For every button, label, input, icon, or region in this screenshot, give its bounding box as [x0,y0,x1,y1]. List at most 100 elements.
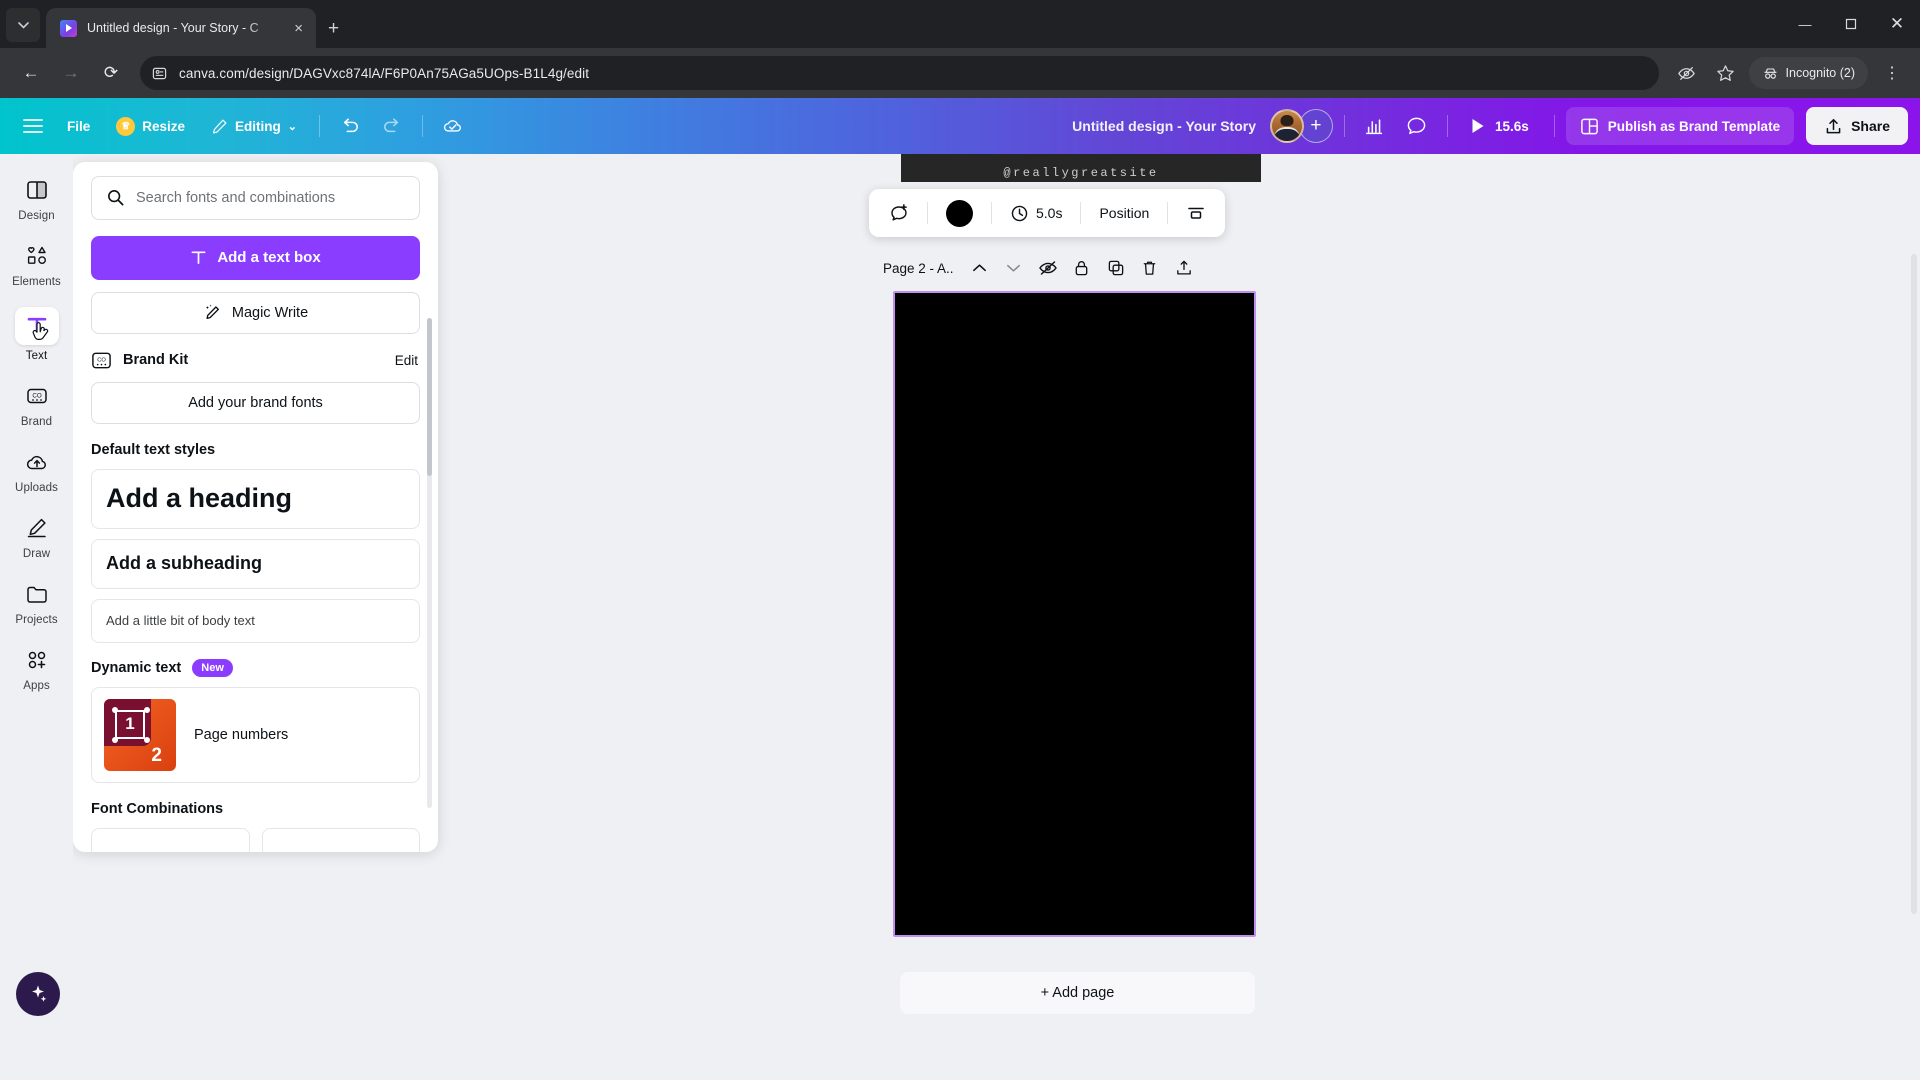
move-page-down-button[interactable] [998,252,1030,284]
undo-button[interactable] [331,108,369,144]
expand-page-button[interactable] [1168,252,1200,284]
lock-page-button[interactable] [1066,252,1098,284]
canvas-scrollbar[interactable] [1911,254,1917,914]
incognito-indicator[interactable]: Incognito (2) [1748,57,1868,89]
add-page-button[interactable]: + Add page [900,972,1255,1014]
sidebar-item-brand[interactable]: CO Brand [4,373,70,434]
main-menu-button[interactable] [14,108,52,144]
file-menu-button[interactable]: File [56,108,101,144]
sidebar-item-draw[interactable]: Draw [4,505,70,566]
panel-scrollbar-thumb[interactable] [427,318,432,476]
brand-kit-title: Brand Kit [123,352,189,369]
divider [1080,202,1082,224]
sidebar-item-projects[interactable]: Projects [4,571,70,632]
address-bar[interactable]: canva.com/design/DAGVxc874lA/F6P0An75AGa… [140,56,1659,90]
redo-button[interactable] [373,108,411,144]
position-button[interactable]: Position [1090,195,1158,231]
browser-tab[interactable]: Untitled design - Your Story - C × [46,8,316,48]
add-text-box-button[interactable]: Add a text box [91,235,420,280]
design-title[interactable]: Untitled design - Your Story [1072,118,1266,134]
page-numbers-label: Page numbers [194,726,289,743]
sidebar-item-label: Apps [23,680,50,692]
divider [1553,115,1555,137]
magic-assistant-button[interactable] [16,972,60,1016]
minimize-button[interactable]: — [1782,0,1828,48]
add-collaborator-button[interactable]: + [1298,109,1333,143]
hide-page-button[interactable] [1032,252,1064,284]
tab-search-button[interactable] [6,8,40,42]
divider [1343,115,1345,137]
pencil-icon [213,119,227,133]
save-status-button[interactable] [434,108,472,144]
font-combination-card[interactable] [261,827,420,852]
url-text: canva.com/design/DAGVxc874lA/F6P0An75AGa… [179,65,590,81]
back-button[interactable]: ← [14,56,48,90]
resize-button[interactable]: ♕ Resize [105,108,196,144]
add-text-box-label: Add a text box [217,249,321,267]
hamburger-icon [23,119,43,133]
page-numbers-card[interactable]: 1 2 Page numbers [91,686,420,783]
sidebar-item-elements[interactable]: Elements [4,233,70,294]
comments-button[interactable] [1398,108,1436,144]
avatar[interactable] [1269,109,1304,143]
chevron-down-icon: ⌄ [287,120,298,133]
clipped-artboard-top: @reallygreatsite [901,154,1261,182]
panel-scrollbar[interactable] [427,318,432,808]
browser-menu-button[interactable]: ⋮ [1874,63,1906,83]
lock-icon [1075,261,1088,276]
sidebar-item-uploads[interactable]: Uploads [4,439,70,500]
transparency-button[interactable] [1177,195,1215,231]
left-rail: Design Elements Text CO Brand Uploads Dr… [0,154,73,1074]
uploads-icon [20,447,54,477]
hide-password-icon[interactable] [1677,64,1696,83]
projects-icon [20,579,54,609]
close-window-button[interactable]: ✕ [1874,0,1920,48]
sidebar-item-label: Text [25,350,48,362]
brand-kit-edit-link[interactable]: Edit [395,353,418,368]
style-card-heading[interactable]: Add a heading [91,468,420,529]
publish-brand-template-button[interactable]: Publish as Brand Template [1565,107,1795,145]
add-brand-fonts-button[interactable]: Add your brand fonts [91,381,420,424]
close-icon[interactable]: × [291,19,306,38]
magic-write-button[interactable]: Magic Write [91,291,420,334]
search-input[interactable]: Search fonts and combinations [91,176,420,220]
present-button[interactable]: 15.6s [1459,108,1543,144]
insights-button[interactable] [1356,108,1394,144]
sidebar-item-design[interactable]: Design [4,167,70,228]
add-comment-button[interactable] [879,195,918,231]
share-label: Share [1851,118,1890,134]
style-card-subheading[interactable]: Add a subheading [91,538,420,589]
svg-text:CO: CO [97,357,106,363]
bar-chart-icon [1366,118,1383,134]
new-badge: New [192,658,233,677]
site-settings-icon[interactable] [152,66,167,81]
element-toolbar: 5.0s Position [869,189,1226,237]
duplicate-page-button[interactable] [1100,252,1132,284]
style-card-body[interactable]: Add a little bit of body text [91,598,420,643]
color-swatch-button[interactable] [937,195,982,231]
maximize-button[interactable] [1828,0,1874,48]
cloud-check-icon [443,120,461,132]
maximize-icon [1845,18,1857,30]
canva-favicon [60,19,77,37]
editing-mode-button[interactable]: Editing ⌄ [200,108,308,144]
share-button[interactable]: Share [1806,107,1908,145]
font-combination-card[interactable] [91,827,250,852]
reload-button[interactable]: ⟳ [94,56,128,90]
panel-scroll-region: Add a text box Magic Write CO Brand Kit … [73,235,438,852]
move-page-up-button[interactable] [964,252,996,284]
new-tab-button[interactable]: + [328,19,339,38]
duration-button[interactable]: 5.0s [1001,195,1071,231]
delete-page-button[interactable] [1134,252,1166,284]
page-name-label[interactable]: Page 2 - A.. [883,261,954,276]
trash-icon [1143,261,1156,275]
editing-label: Editing [235,118,281,134]
crown-icon: ♕ [116,116,136,136]
bookmark-star-icon[interactable] [1716,64,1735,83]
sidebar-item-label: Brand [20,416,53,428]
artboard-page-2[interactable] [893,291,1256,937]
file-menu-label: File [67,118,91,134]
play-duration-label: 15.6s [1494,118,1529,134]
sidebar-item-text[interactable]: Text [4,299,70,368]
sidebar-item-apps[interactable]: Apps [4,637,70,698]
